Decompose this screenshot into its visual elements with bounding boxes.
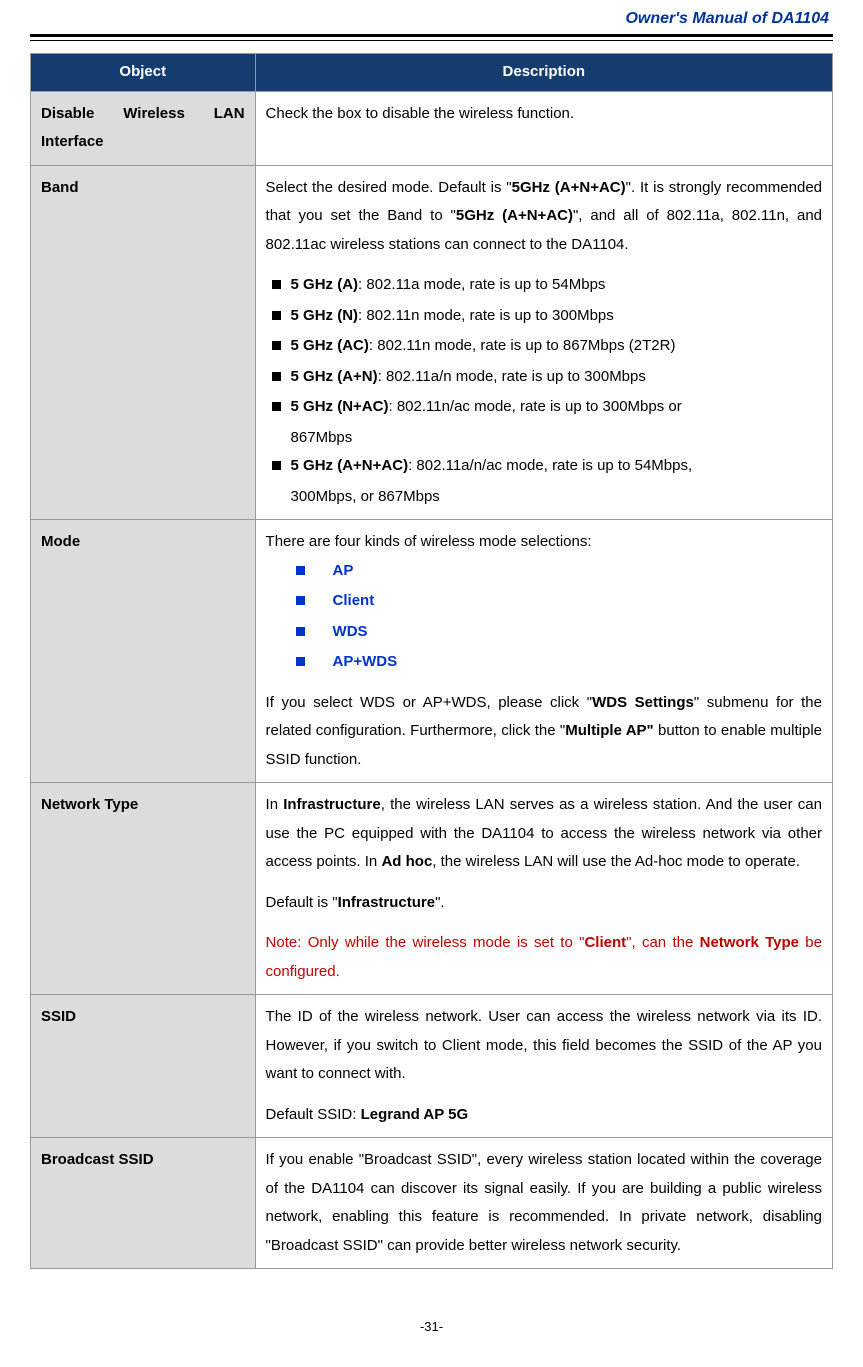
bullet-icon — [296, 657, 305, 666]
table-row: SSID The ID of the wireless network. Use… — [31, 995, 833, 1138]
bullet-icon — [296, 566, 305, 575]
col-description: Description — [255, 54, 832, 92]
rule-thick — [30, 34, 833, 37]
config-table: Object Description DisableWirelessLAN In… — [30, 53, 833, 1269]
obj-broadcast-ssid: Broadcast SSID — [31, 1138, 256, 1269]
obj-band: Band — [31, 165, 256, 520]
obj-ssid: SSID — [31, 995, 256, 1138]
table-row: Band Select the desired mode. Default is… — [31, 165, 833, 520]
obj-network-type: Network Type — [31, 783, 256, 995]
desc-broadcast-ssid: If you enable "Broadcast SSID", every wi… — [255, 1138, 832, 1269]
table-row: Mode There are four kinds of wireless mo… — [31, 520, 833, 783]
page-header: Owner's Manual of DA1104 — [30, 10, 833, 34]
bullet-icon — [296, 627, 305, 636]
table-row: DisableWirelessLAN Interface Check the b… — [31, 91, 833, 165]
col-object: Object — [31, 54, 256, 92]
desc-ssid: The ID of the wireless network. User can… — [255, 995, 832, 1138]
bullet-icon — [272, 280, 281, 289]
bullet-icon — [272, 461, 281, 470]
bullet-icon — [272, 372, 281, 381]
page-number: -31- — [30, 1319, 833, 1334]
desc-network-type: In Infrastructure, the wireless LAN serv… — [255, 783, 832, 995]
bullet-icon — [272, 311, 281, 320]
bullet-icon — [272, 341, 281, 350]
desc-mode: There are four kinds of wireless mode se… — [255, 520, 832, 783]
desc-disable-wlan: Check the box to disable the wireless fu… — [255, 91, 832, 165]
table-header-row: Object Description — [31, 54, 833, 92]
obj-disable-wlan: DisableWirelessLAN Interface — [31, 91, 256, 165]
table-row: Broadcast SSID If you enable "Broadcast … — [31, 1138, 833, 1269]
bullet-icon — [296, 596, 305, 605]
desc-band: Select the desired mode. Default is "5GH… — [255, 165, 832, 520]
obj-mode: Mode — [31, 520, 256, 783]
bullet-icon — [272, 402, 281, 411]
table-row: Network Type In Infrastructure, the wire… — [31, 783, 833, 995]
rule-thin — [30, 40, 833, 41]
